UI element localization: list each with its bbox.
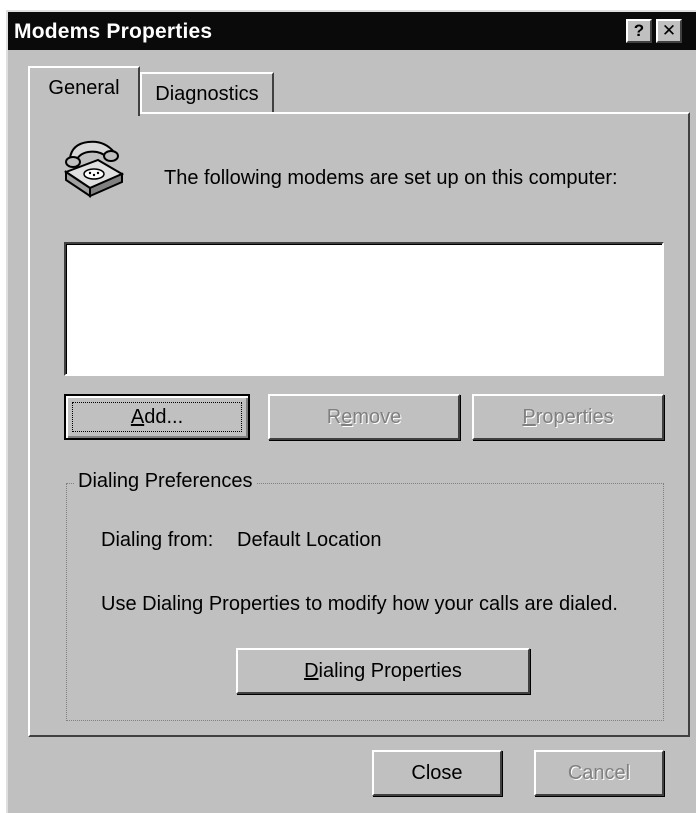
dialing-properties-button[interactable]: Dialing Properties: [236, 648, 530, 694]
tab-general[interactable]: General: [28, 66, 140, 116]
telephone-icon: [63, 140, 125, 198]
general-tab-panel: The following modems are set up on this …: [28, 112, 690, 737]
modem-list[interactable]: [64, 242, 664, 376]
modems-intro-text: The following modems are set up on this …: [164, 167, 618, 189]
help-button[interactable]: ?: [626, 19, 652, 43]
properties-button[interactable]: Properties: [472, 394, 664, 440]
close-button[interactable]: Close: [372, 750, 502, 796]
modems-properties-window: Modems Properties ? ✕ General Diagnostic…: [6, 10, 696, 813]
dialing-info-text: Use Dialing Properties to modify how you…: [101, 593, 618, 615]
add-button[interactable]: Add...: [64, 394, 250, 440]
window-title: Modems Properties: [14, 20, 213, 43]
dialing-from-label: Dialing from:: [101, 529, 214, 551]
close-icon[interactable]: ✕: [656, 19, 682, 43]
dialing-preferences-legend: Dialing Preferences: [75, 470, 256, 493]
title-bar[interactable]: Modems Properties ? ✕: [8, 12, 696, 50]
focus-rectangle: [72, 402, 242, 432]
remove-button[interactable]: Remove: [268, 394, 460, 440]
tab-diagnostics[interactable]: Diagnostics: [140, 72, 274, 112]
cancel-button[interactable]: Cancel: [534, 750, 664, 796]
dialing-from-value: Default Location: [237, 529, 382, 551]
